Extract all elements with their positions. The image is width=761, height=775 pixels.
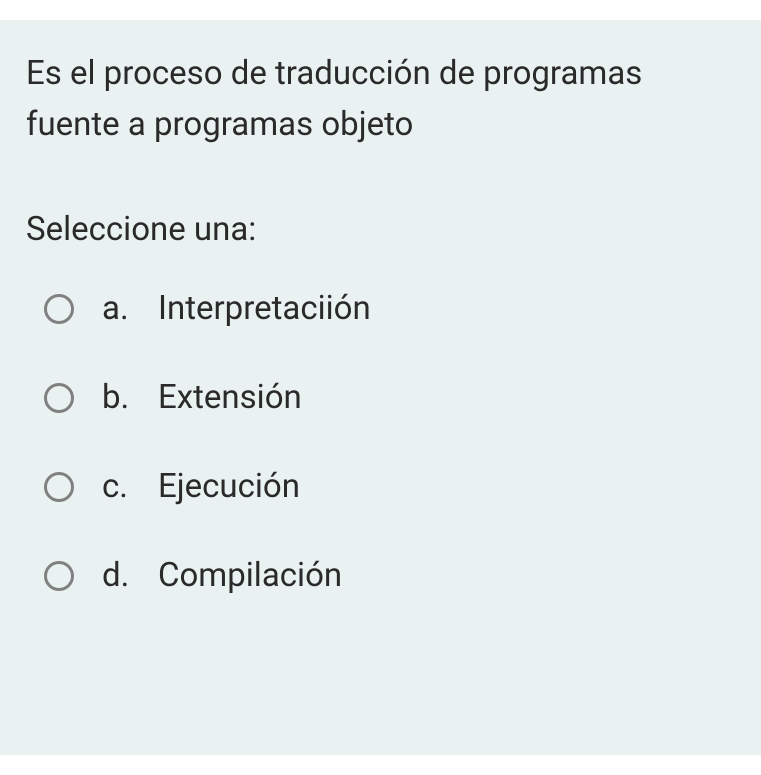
option-text: Compilación [158, 556, 342, 595]
option-text: Ejecución [158, 467, 300, 506]
radio-button-a[interactable] [44, 294, 74, 324]
option-row: c. Ejecución [44, 467, 735, 506]
option-letter: d. [102, 556, 158, 595]
radio-button-c[interactable] [44, 472, 74, 502]
question-container: Es el proceso de traducción de programas… [0, 20, 761, 755]
option-letter: c. [102, 467, 158, 506]
option-letter: a. [102, 289, 158, 328]
option-row: b. Extensión [44, 378, 735, 417]
option-text: Extensión [158, 378, 302, 417]
question-text: Es el proceso de traducción de programas… [26, 48, 735, 150]
prompt-text: Seleccione una: [26, 210, 735, 249]
radio-button-d[interactable] [44, 561, 74, 591]
radio-button-b[interactable] [44, 383, 74, 413]
options-list: a. Interpretaciión b. Extensión c. Ejecu… [26, 289, 735, 595]
option-row: a. Interpretaciión [44, 289, 735, 328]
option-text: Interpretaciión [158, 289, 371, 328]
option-letter: b. [102, 378, 158, 417]
option-row: d. Compilación [44, 556, 735, 595]
